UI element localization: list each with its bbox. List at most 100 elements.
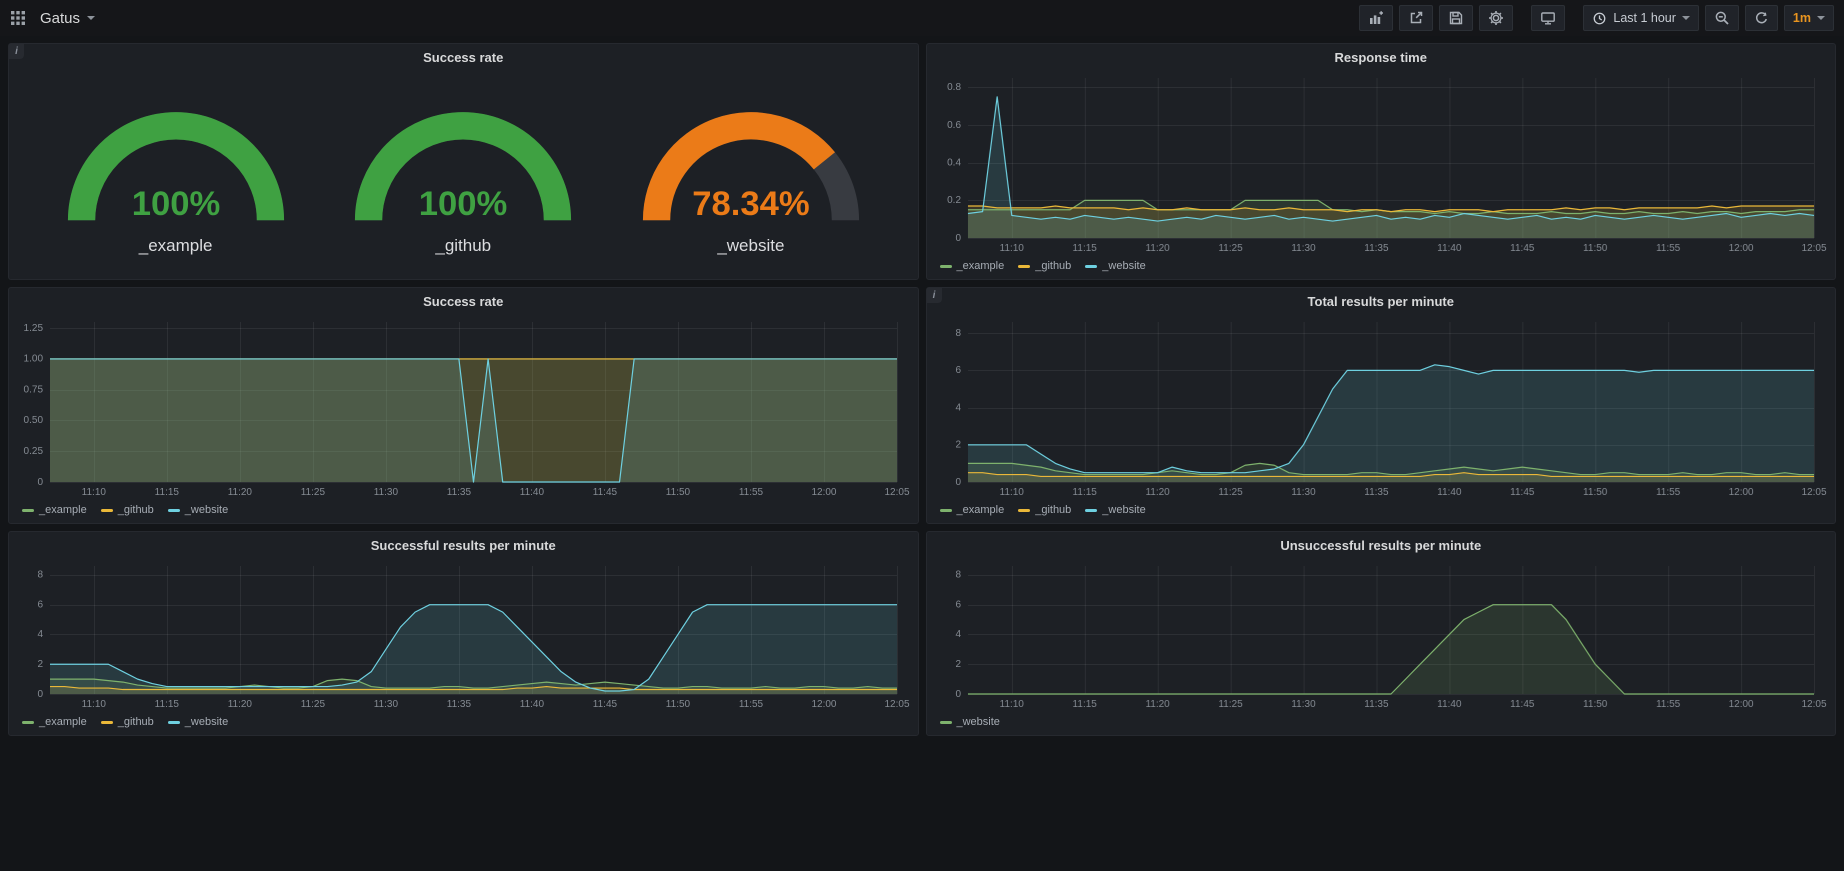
legend-series-name: _website [185, 716, 228, 728]
gauge-_github: 100% _github [337, 87, 589, 256]
gauge-arc: 78.34% [625, 87, 877, 236]
navbar: Gatus [0, 0, 1844, 36]
gauge-label: _github [435, 236, 491, 256]
gauge-label: _example [139, 236, 213, 256]
chevron-down-icon [87, 16, 95, 20]
legend-item-_website[interactable]: _website [940, 716, 1000, 728]
panel-title[interactable]: Success rate [14, 291, 913, 312]
chart-canvas[interactable] [14, 312, 913, 502]
gauge-arc: 100% [50, 87, 302, 236]
apps-grid-icon[interactable] [10, 10, 26, 26]
dashboard-grid: i Success rate 100% _example 100% _github 78… [0, 36, 1844, 743]
cycle-view-button[interactable] [1531, 5, 1565, 31]
legend-series-name: _website [185, 504, 228, 516]
panel-success-rate-gauges: i Success rate 100% _example 100% _github 78… [8, 43, 919, 280]
gauge-value: 100% [131, 185, 220, 223]
save-button[interactable] [1439, 5, 1473, 31]
dashboard-title: Gatus [40, 10, 80, 27]
zoom-out-icon [1714, 10, 1730, 26]
legend-series-name: _example [39, 504, 87, 516]
legend-item-_github[interactable]: _github [1018, 260, 1071, 272]
legend-item-_example[interactable]: _example [22, 716, 87, 728]
panel-info-icon[interactable]: i [927, 288, 942, 303]
legend-item-_github[interactable]: _github [101, 716, 154, 728]
clock-icon [1592, 11, 1607, 26]
legend-series-name: _website [957, 716, 1000, 728]
legend-swatch [940, 509, 952, 512]
refresh-button[interactable] [1745, 5, 1778, 31]
panel-title[interactable]: Successful results per minute [14, 535, 913, 556]
chart-legend: _example _github _website [14, 502, 913, 519]
legend-swatch [168, 509, 180, 512]
legend-swatch [940, 721, 952, 724]
legend-item-_website[interactable]: _website [1085, 504, 1145, 516]
legend-series-name: _github [1035, 260, 1071, 272]
legend-series-name: _example [39, 716, 87, 728]
panel-successful-results: Successful results per minute _example _g… [8, 531, 919, 736]
legend-swatch [940, 265, 952, 268]
time-range-button[interactable]: Last 1 hour [1583, 5, 1699, 31]
refresh-interval-label: 1m [1793, 11, 1811, 25]
chart-canvas[interactable] [14, 556, 913, 714]
panel-title[interactable]: Total results per minute [932, 291, 1831, 312]
zoom-out-button[interactable] [1705, 5, 1739, 31]
panel-title[interactable]: Unsuccessful results per minute [932, 535, 1831, 556]
legend-swatch [22, 509, 34, 512]
legend-swatch [1018, 265, 1030, 268]
legend-item-_website[interactable]: _website [168, 716, 228, 728]
gauge-value: 78.34% [692, 185, 809, 223]
gauge-value: 100% [419, 185, 508, 223]
panel-unsuccessful-results: Unsuccessful results per minute _website [926, 531, 1837, 736]
gauge-label: _website [717, 236, 784, 256]
legend-swatch [1085, 265, 1097, 268]
refresh-icon [1754, 11, 1769, 26]
legend-series-name: _github [1035, 504, 1071, 516]
legend-item-_example[interactable]: _example [22, 504, 87, 516]
panel-success-rate-graph: Success rate _example _github _website [8, 287, 919, 524]
legend-series-name: _github [118, 504, 154, 516]
chart-canvas[interactable] [932, 312, 1831, 502]
legend-item-_example[interactable]: _example [940, 504, 1005, 516]
legend-series-name: _website [1102, 504, 1145, 516]
panel-title[interactable]: Response time [932, 47, 1831, 68]
legend-item-_website[interactable]: _website [1085, 260, 1145, 272]
panel-response-time: Response time _example _github _website [926, 43, 1837, 280]
chart-legend: _example _github _website [932, 502, 1831, 519]
share-button[interactable] [1399, 5, 1433, 31]
legend-swatch [1018, 509, 1030, 512]
gauge-arc: 100% [337, 87, 589, 236]
save-icon [1448, 10, 1464, 26]
chart-legend: _website [932, 714, 1831, 731]
legend-item-_example[interactable]: _example [940, 260, 1005, 272]
panel-info-icon[interactable]: i [9, 44, 24, 59]
gauge-_example: 100% _example [50, 87, 302, 256]
legend-swatch [101, 509, 113, 512]
chart-legend: _example _github _website [932, 258, 1831, 275]
legend-series-name: _example [957, 260, 1005, 272]
chart-canvas[interactable] [932, 68, 1831, 258]
legend-series-name: _example [957, 504, 1005, 516]
legend-series-name: _github [118, 716, 154, 728]
legend-item-_github[interactable]: _github [1018, 504, 1071, 516]
legend-swatch [1085, 509, 1097, 512]
panel-title[interactable]: Success rate [14, 47, 913, 68]
legend-series-name: _website [1102, 260, 1145, 272]
time-range-label: Last 1 hour [1613, 11, 1676, 25]
bar-chart-plus-icon [1368, 10, 1384, 26]
share-icon [1408, 10, 1424, 26]
refresh-interval-button[interactable]: 1m [1784, 5, 1834, 31]
chevron-down-icon [1682, 16, 1690, 20]
settings-button[interactable] [1479, 5, 1513, 31]
panel-total-results: i Total results per minute _example _gith… [926, 287, 1837, 524]
add-panel-button[interactable] [1359, 5, 1393, 31]
legend-item-_github[interactable]: _github [101, 504, 154, 516]
dashboard-title-button[interactable]: Gatus [36, 8, 99, 29]
legend-item-_website[interactable]: _website [168, 504, 228, 516]
monitor-icon [1540, 10, 1556, 26]
chevron-down-icon [1817, 16, 1825, 20]
chart-legend: _example _github _website [14, 714, 913, 731]
legend-swatch [22, 721, 34, 724]
chart-canvas[interactable] [932, 556, 1831, 714]
legend-swatch [101, 721, 113, 724]
gauge-row: 100% _example 100% _github 78.34% _website [14, 68, 913, 275]
